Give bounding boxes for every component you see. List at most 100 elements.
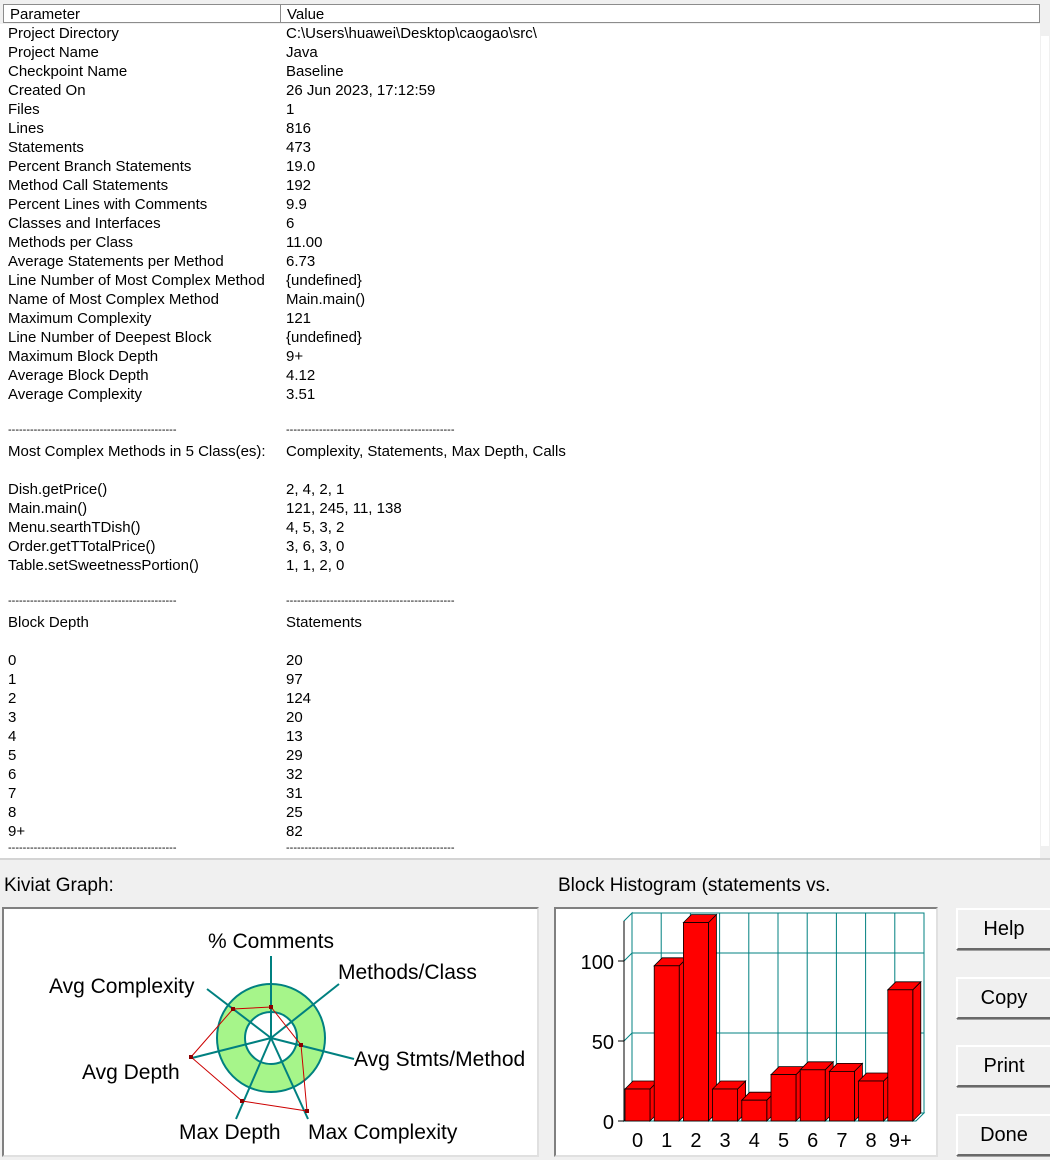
histogram-bar-side-9 <box>912 980 922 1122</box>
list-row[interactable]: 1 97 <box>0 670 1040 689</box>
list-row[interactable]: Classes and Interfaces 6 <box>0 214 1040 233</box>
list-row[interactable]: 3 20 <box>0 708 1040 727</box>
value-cell: 32 <box>286 766 303 783</box>
list-row[interactable]: Lines 816 <box>0 119 1040 138</box>
done-button[interactable]: Done <box>956 1114 1050 1156</box>
kiviat-axis-label-avg-complexity: Avg Complexity <box>49 975 195 998</box>
parameter-cell: 4 <box>8 728 17 745</box>
value-cell: 29 <box>286 747 303 764</box>
list-row[interactable]: Project Directory C:\Users\huawei\Desktop… <box>0 24 1040 43</box>
value-cell: 31 <box>286 785 303 802</box>
list-row[interactable]: 6 32 <box>0 765 1040 784</box>
list-row[interactable]: Average Complexity 3.51 <box>0 385 1040 404</box>
list-row[interactable]: Checkpoint Name Baseline <box>0 62 1040 81</box>
value-cell: 816 <box>286 120 312 137</box>
list-row[interactable]: Order.getTTotalPrice() 3, 6, 3, 0 <box>0 537 1040 556</box>
value-cell: 3, 6, 3, 0 <box>286 538 345 555</box>
parameter-cell: Name of Most Complex Method <box>8 291 219 308</box>
parameter-cell: Method Call Statements <box>8 177 169 194</box>
metrics-list[interactable]: Parameter Value Project Directory C:\User… <box>0 0 1050 860</box>
list-row[interactable]: Dish.getPrice() 2, 4, 2, 1 <box>0 480 1040 499</box>
histogram-x-tick-label: 6 <box>807 1130 818 1152</box>
parameter-cell: Maximum Block Depth <box>8 348 159 365</box>
list-row[interactable]: 5 29 <box>0 746 1040 765</box>
parameter-cell: 8 <box>8 804 17 821</box>
list-row[interactable]: Line Number of Deepest Block {undefined} <box>0 328 1040 347</box>
value-cell: Main.main() <box>286 291 366 308</box>
value-cell: ----------------------------------------… <box>286 595 455 607</box>
copy-button[interactable]: Copy <box>956 977 1050 1019</box>
list-row[interactable]: Created On 26 Jun 2023, 17:12:59 <box>0 81 1040 100</box>
value-cell: 3.51 <box>286 386 316 403</box>
kiviat-axis-label-max-depth: Max Depth <box>179 1121 281 1144</box>
kiviat-graph-label: Kiviat Graph: <box>4 875 114 896</box>
list-row[interactable]: Project Name Java <box>0 43 1040 62</box>
kiviat-marker-avg-depth <box>189 1055 193 1059</box>
list-row[interactable]: Most Complex Methods in 5 Class(es): Comp… <box>0 442 1040 461</box>
histogram-x-tick-label: 0 <box>632 1130 643 1152</box>
histogram-bar-1 <box>653 965 680 1122</box>
histogram-y-tick-label: 100 <box>581 952 614 974</box>
scrollbar-thumb[interactable] <box>1041 36 1049 846</box>
column-header-value[interactable]: Value <box>280 4 1040 23</box>
list-row[interactable]: Method Call Statements 192 <box>0 176 1040 195</box>
list-row[interactable]: Percent Branch Statements 19.0 <box>0 157 1040 176</box>
parameter-cell: Lines <box>8 120 44 137</box>
help-button[interactable]: Help <box>956 908 1050 950</box>
column-header-parameter[interactable]: Parameter <box>3 4 281 23</box>
kiviat-marker-avg-complexity <box>231 1007 235 1011</box>
parameter-cell: Created On <box>8 82 86 99</box>
histogram-x-tick-label: 7 <box>836 1130 847 1152</box>
parameter-cell: ----------------------------------------… <box>8 842 177 854</box>
separator-row[interactable]: ----------------------------------------… <box>0 594 1040 613</box>
list-row[interactable]: Files 1 <box>0 100 1040 119</box>
print-button[interactable]: Print <box>956 1045 1050 1087</box>
list-row[interactable]: Line Number of Most Complex Method {undef… <box>0 271 1040 290</box>
separator-row[interactable]: ----------------------------------------… <box>0 423 1040 442</box>
list-row[interactable]: 2 124 <box>0 689 1040 708</box>
list-row[interactable]: Menu.searthTDish() 4, 5, 3, 2 <box>0 518 1040 537</box>
value-cell: {undefined} <box>286 272 362 289</box>
value-cell: 9.9 <box>286 196 307 213</box>
value-cell: 26 Jun 2023, 17:12:59 <box>286 82 436 99</box>
list-row[interactable]: Name of Most Complex Method Main.main() <box>0 290 1040 309</box>
histogram-x-tick-label: 8 <box>866 1130 877 1152</box>
block-histogram-chart: 0501000 1 2 3 4 5 6 7 8 9+ <box>581 911 926 1152</box>
kiviat-axis-label-max-complexity: Max Complexity <box>308 1121 458 1144</box>
value-cell: 4, 5, 3, 2 <box>286 519 345 536</box>
list-row[interactable]: 8 25 <box>0 803 1040 822</box>
parameter-cell: 7 <box>8 785 17 802</box>
parameter-cell: Methods per Class <box>8 234 134 251</box>
parameter-cell: Dish.getPrice() <box>8 481 108 498</box>
list-row[interactable]: Table.setSweetnessPortion() 1, 1, 2, 0 <box>0 556 1040 575</box>
list-row[interactable]: 7 31 <box>0 784 1040 803</box>
parameter-cell: Block Depth <box>8 614 89 631</box>
kiviat-graph-panel: % Comments Methods/Class Avg Stmts/Metho… <box>2 907 539 1157</box>
parameter-cell: Checkpoint Name <box>8 63 128 80</box>
histogram-bar-6 <box>799 1069 826 1122</box>
value-cell: 124 <box>286 690 312 707</box>
list-row[interactable]: 4 13 <box>0 727 1040 746</box>
value-cell: 6.73 <box>286 253 316 270</box>
parameter-cell: Average Block Depth <box>8 367 149 384</box>
list-row[interactable]: Maximum Block Depth 9+ <box>0 347 1040 366</box>
vertical-scrollbar[interactable] <box>1040 24 1050 860</box>
value-cell: 4.12 <box>286 367 316 384</box>
value-cell: 11.00 <box>286 234 323 251</box>
value-cell: 121 <box>286 310 312 327</box>
kiviat-axis-label-avg-depth: Avg Depth <box>82 1061 180 1084</box>
list-row[interactable]: Maximum Complexity 121 <box>0 309 1040 328</box>
list-row[interactable]: Average Statements per Method 6.73 <box>0 252 1040 271</box>
parameter-cell: Menu.searthTDish() <box>8 519 141 536</box>
parameter-cell: Order.getTTotalPrice() <box>8 538 156 555</box>
list-row[interactable]: Methods per Class 11.00 <box>0 233 1040 252</box>
list-row[interactable]: Block Depth Statements <box>0 613 1040 632</box>
list-row[interactable]: Average Block Depth 4.12 <box>0 366 1040 385</box>
histogram-bar-3 <box>712 1088 739 1122</box>
list-row[interactable]: Percent Lines with Comments 9.9 <box>0 195 1040 214</box>
list-row[interactable]: Statements 473 <box>0 138 1040 157</box>
value-cell: ----------------------------------------… <box>286 424 455 436</box>
list-bottom-border <box>0 858 1050 860</box>
list-row[interactable]: Main.main() 121, 245, 11, 138 <box>0 499 1040 518</box>
list-row[interactable]: 0 20 <box>0 651 1040 670</box>
